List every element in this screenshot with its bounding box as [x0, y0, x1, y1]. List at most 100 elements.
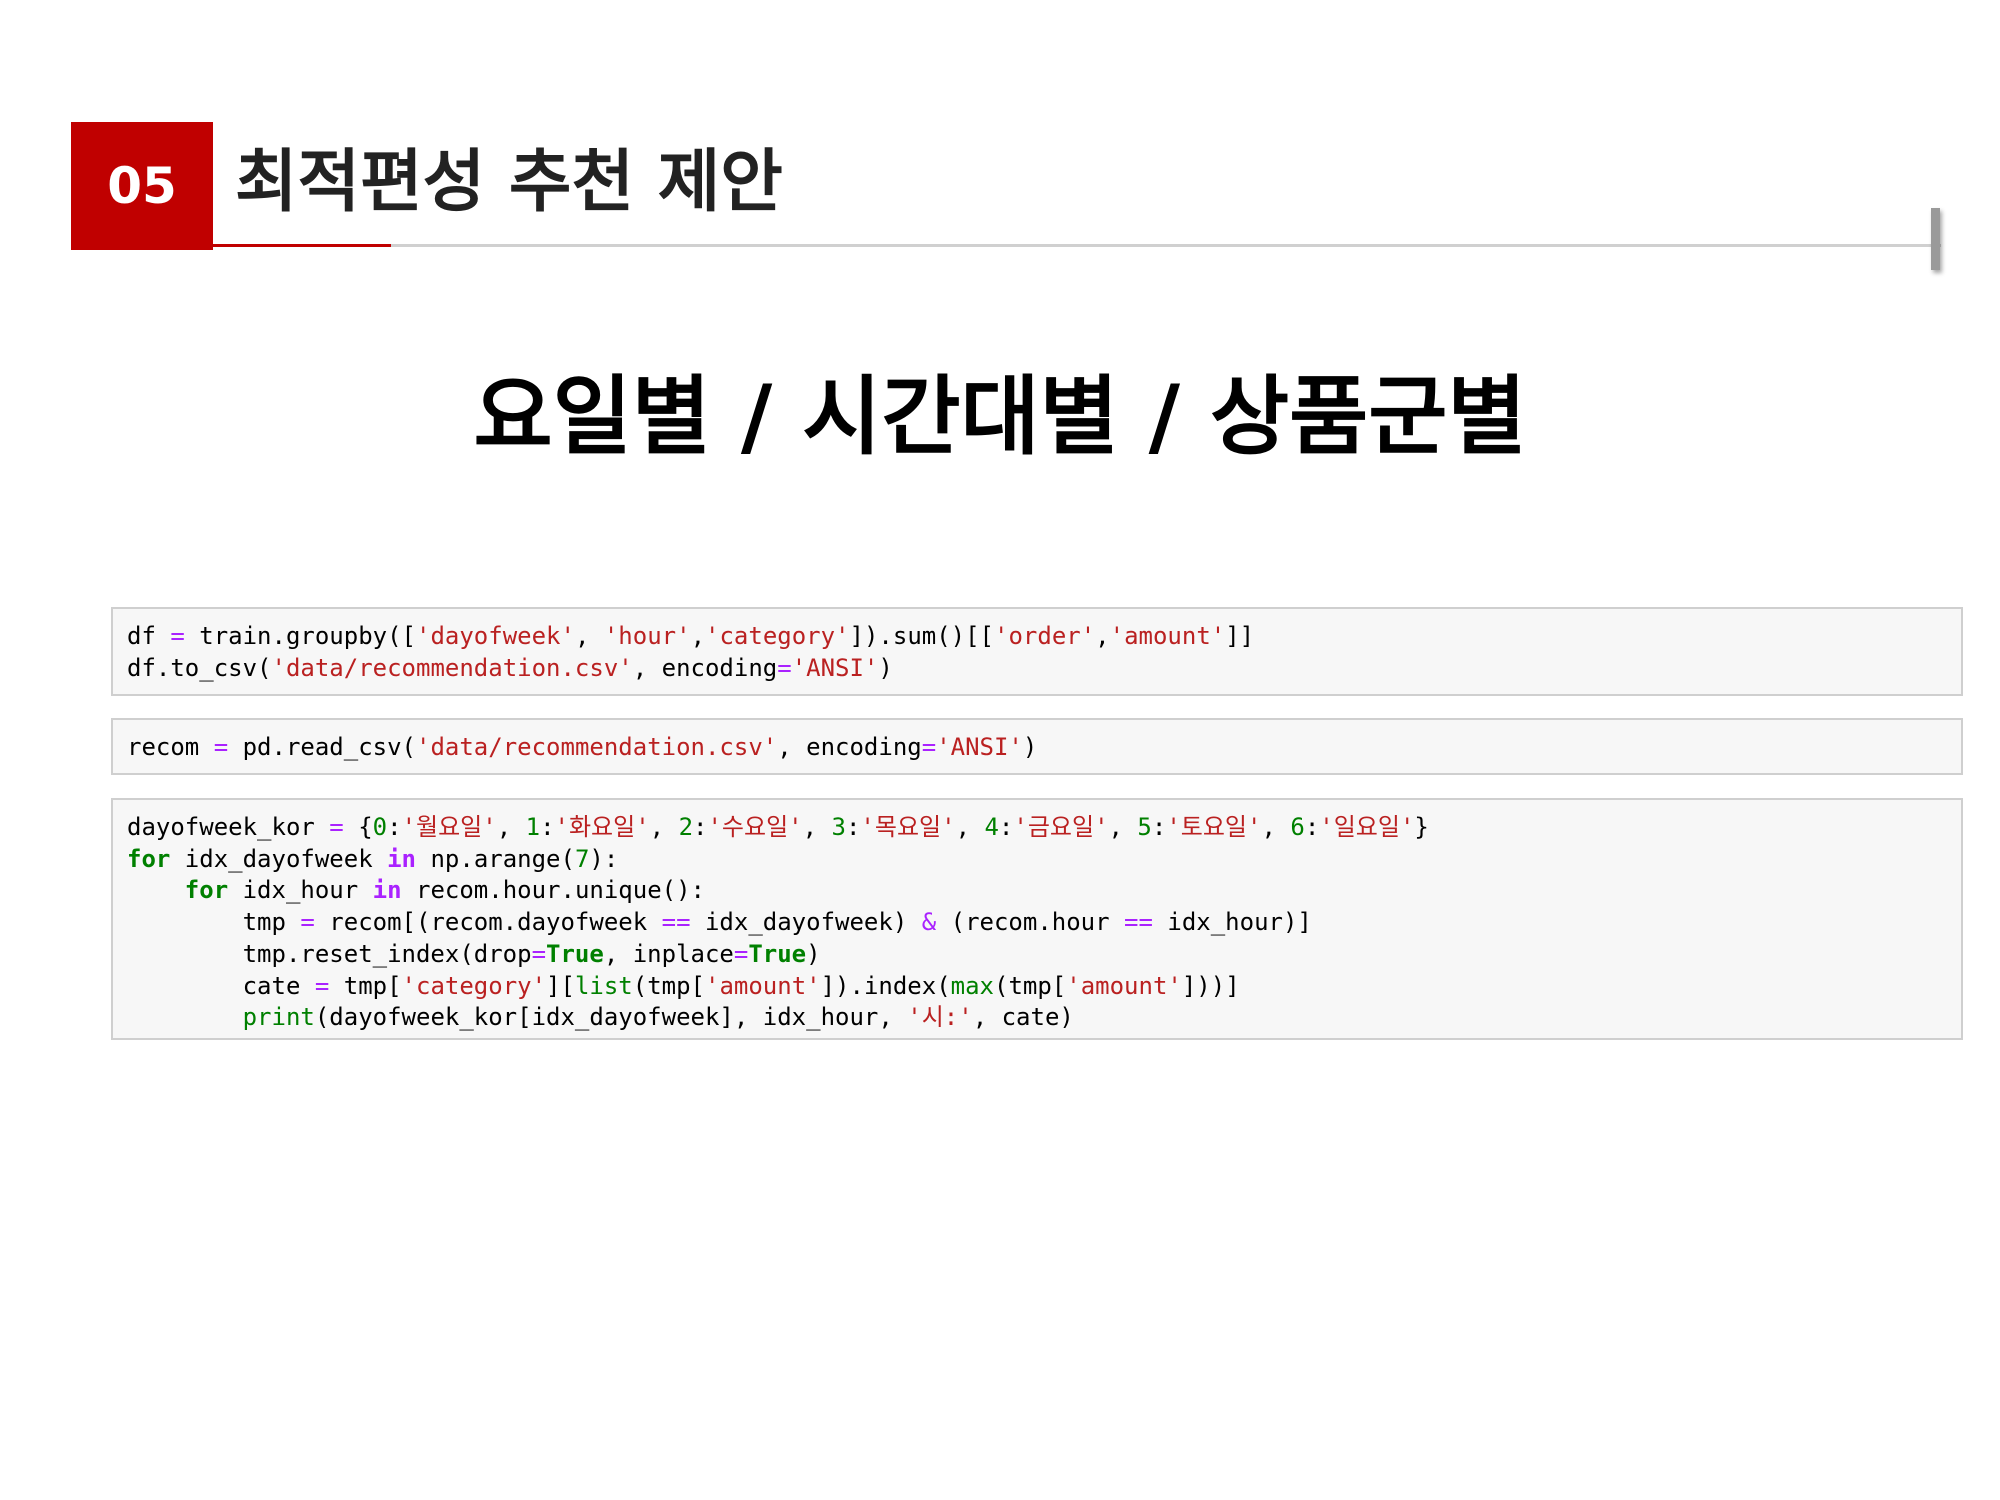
- code-line: dayofweek_kor = {0:'월요일', 1:'화요일', 2:'수요…: [127, 812, 1947, 844]
- code-token: :: [1151, 813, 1167, 841]
- slide-subtitle: 요일별 / 시간대별 / 상품군별: [473, 367, 1527, 467]
- code-token: 'ANSI': [936, 733, 1023, 761]
- section-title: 최적편성 추천 제안: [235, 143, 783, 222]
- code-token: 'dayofweek': [416, 622, 575, 650]
- code-token: ): [1022, 733, 1038, 761]
- code-line: recom = pd.read_csv('data/recommendation…: [127, 732, 1947, 764]
- code-token: df.to_csv(: [127, 653, 272, 682]
- code-token: 3: [831, 813, 846, 841]
- code-token: ): [806, 939, 821, 968]
- code-token: 'hour': [603, 622, 691, 650]
- code-token: =: [329, 813, 344, 841]
- code-token: 'category': [401, 971, 547, 1000]
- code-token: cate: [127, 971, 315, 1000]
- code-line: for idx_dayofweek in np.arange(7):: [127, 844, 1947, 876]
- code-token: 7: [574, 844, 590, 873]
- code-token: 5: [1137, 813, 1152, 841]
- code-token: pd.read_csv(: [228, 733, 416, 761]
- code-token: ,: [1261, 813, 1291, 841]
- code-token: ==: [661, 908, 691, 937]
- code-token: recom[(recom.dayofweek: [314, 908, 662, 937]
- code-token: ,: [955, 813, 985, 841]
- code-token: ==: [1124, 908, 1153, 937]
- header-divider: [213, 244, 1941, 247]
- code-token: in: [387, 844, 417, 873]
- code-token: 4: [984, 813, 999, 841]
- code-token: '금요일': [1013, 813, 1109, 841]
- code-token: :: [998, 813, 1014, 841]
- code-token: 'category': [705, 622, 850, 650]
- code-token: ): [878, 653, 893, 682]
- code-token: =: [300, 908, 315, 937]
- code-token: :: [845, 813, 861, 841]
- code-token: , encoding: [777, 733, 922, 761]
- slide: 05 최적편성 추천 제안 요일별 / 시간대별 / 상품군별 df = tra…: [0, 0, 2000, 1500]
- code-line: tmp = recom[(recom.dayofweek == idx_dayo…: [127, 907, 1947, 939]
- code-token: '화요일': [554, 813, 650, 841]
- code-token: ):: [589, 844, 619, 873]
- code-token: in: [372, 876, 402, 905]
- code-token: tmp: [127, 908, 301, 937]
- code-token: =: [213, 733, 229, 761]
- code-token: for: [127, 844, 171, 873]
- header-accent-line: [213, 244, 391, 247]
- code-token: idx_dayofweek): [690, 908, 922, 937]
- section-number: 05: [107, 157, 177, 215]
- code-token: '토요일': [1166, 813, 1262, 841]
- code-token: :: [387, 813, 402, 841]
- code-line: tmp.reset_index(drop=True, inplace=True): [127, 939, 1947, 971]
- code-cell-2[interactable]: recom = pd.read_csv('data/recommendation…: [111, 718, 1963, 775]
- code-token: , encoding: [632, 653, 778, 682]
- code-token: ,: [802, 813, 832, 841]
- code-token: (tmp[: [632, 971, 705, 1000]
- code-token: 'amount': [705, 971, 821, 1000]
- code-token: 0: [372, 813, 388, 841]
- code-token: 1: [525, 813, 541, 841]
- code-token: =: [921, 733, 937, 761]
- code-token: ]).sum()[[: [849, 622, 995, 650]
- code-token: ,: [690, 622, 706, 650]
- code-token: idx_dayofweek: [170, 844, 388, 873]
- code-token: =: [733, 939, 749, 968]
- code-token: , cate): [972, 1003, 1074, 1032]
- code-token: np.arange(: [416, 844, 575, 873]
- code-token: 'ANSI': [791, 653, 879, 682]
- code-token: 'amount': [1109, 622, 1226, 650]
- code-token: =: [170, 622, 185, 650]
- code-token: 'data/recommendation.csv': [271, 653, 633, 682]
- code-token: list: [574, 971, 633, 1000]
- code-token: '목요일': [860, 813, 956, 841]
- code-token: idx_hour)]: [1152, 908, 1312, 937]
- code-token: max: [950, 971, 994, 1000]
- code-token: idx_hour: [228, 876, 373, 905]
- code-line: print(dayofweek_kor[idx_dayofweek], idx_…: [127, 1002, 1947, 1034]
- code-token: '월요일': [401, 813, 497, 841]
- code-token: recom.hour.unique():: [401, 876, 705, 905]
- code-token: (recom.hour: [936, 908, 1125, 937]
- code-token: ]))]: [1181, 971, 1240, 1000]
- code-token: tmp[: [329, 971, 402, 1000]
- code-token: , inplace: [603, 939, 734, 968]
- code-token: tmp.reset_index(drop: [127, 939, 532, 968]
- code-token: =: [314, 971, 330, 1000]
- code-token: dayofweek_kor: [127, 813, 330, 841]
- code-token: '일요일': [1319, 813, 1415, 841]
- code-token: (tmp[: [994, 971, 1067, 1000]
- code-token: :: [540, 813, 555, 841]
- code-token: :: [1304, 813, 1320, 841]
- code-token: ]).index(: [820, 971, 951, 1000]
- code-token: =: [777, 653, 792, 682]
- code-token: ,: [1095, 622, 1110, 650]
- header-line-end-cap: [1931, 208, 1940, 270]
- code-token: 2: [678, 813, 694, 841]
- code-token: ]]: [1225, 622, 1255, 650]
- code-token: train.groupby([: [184, 622, 416, 650]
- code-line: df.to_csv('data/recommendation.csv', enc…: [127, 653, 1947, 685]
- code-token: }: [1414, 813, 1429, 841]
- code-cell-3[interactable]: dayofweek_kor = {0:'월요일', 1:'화요일', 2:'수요…: [111, 798, 1963, 1040]
- code-token: 6: [1290, 813, 1305, 841]
- code-token: :: [693, 813, 708, 841]
- code-token: '수요일': [707, 813, 803, 841]
- code-cell-1[interactable]: df = train.groupby(['dayofweek', 'hour',…: [111, 607, 1963, 696]
